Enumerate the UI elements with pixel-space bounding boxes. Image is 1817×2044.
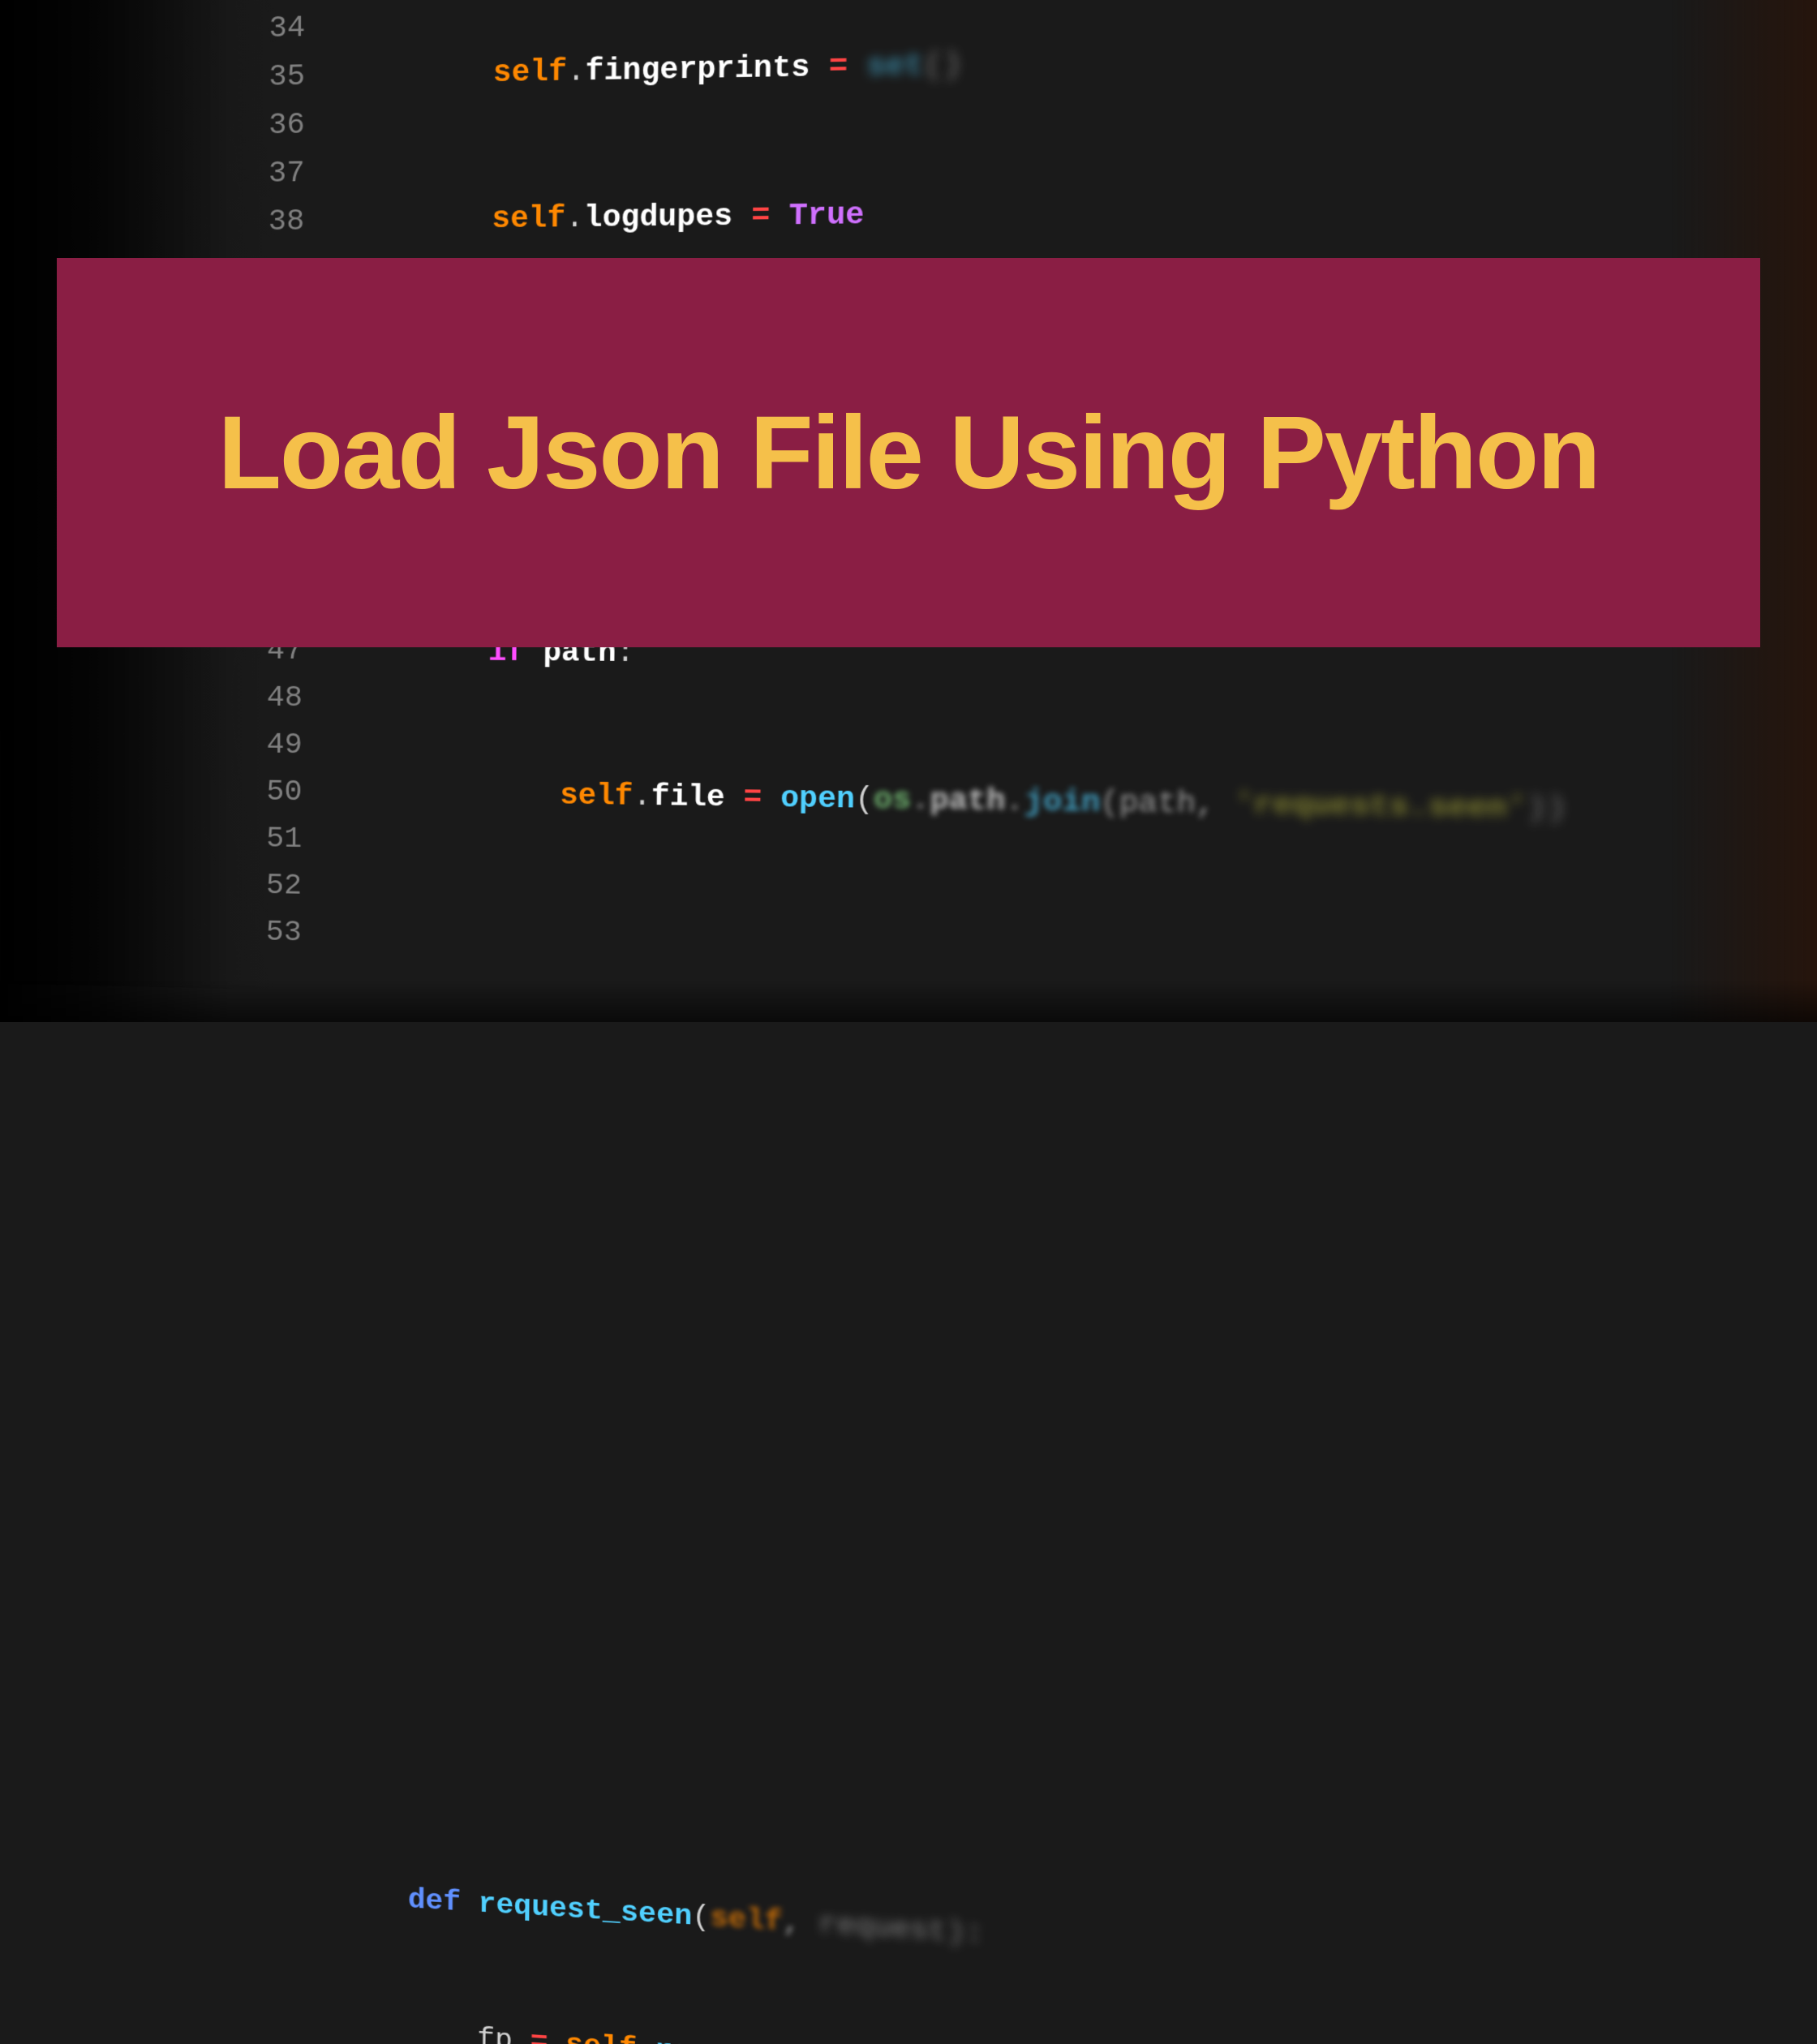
line-number: 52 <box>228 861 302 909</box>
code-line-blank <box>340 1466 1544 1564</box>
code-line-blank <box>342 911 1562 982</box>
title-banner: Load Json File Using Python <box>57 258 1760 647</box>
line-number: 34 <box>230 4 305 54</box>
line-number: 37 <box>230 149 305 199</box>
line-number: 38 <box>230 198 305 247</box>
banner-title: Load Json File Using Python <box>218 393 1600 513</box>
line-number: 51 <box>228 815 302 863</box>
code-line-blank <box>341 1190 1553 1275</box>
code-line-38: self.file = open(os.path.join(path, 'req… <box>343 770 1567 835</box>
code-line-blank <box>341 1050 1557 1129</box>
code-line-blank <box>338 1738 1535 1849</box>
line-number: 50 <box>228 768 302 816</box>
line-number: 53 <box>228 908 302 956</box>
code-line-47: fp = self.request_fingerprint(request) <box>337 2008 1527 2044</box>
code-line-blank <box>341 1329 1549 1420</box>
code-line-34: self.logdupes = True <box>346 182 1586 246</box>
code-line-46: def request_seen(self, request): <box>337 1874 1530 1991</box>
line-number: 35 <box>230 53 305 102</box>
line-number: 48 <box>228 674 303 722</box>
bottom-fade <box>0 981 1817 1022</box>
code-line-blank <box>339 1603 1540 1707</box>
code-line-33: self.fingerprints = set() <box>347 29 1591 101</box>
line-number: 49 <box>228 721 303 769</box>
line-number: 36 <box>230 101 305 151</box>
